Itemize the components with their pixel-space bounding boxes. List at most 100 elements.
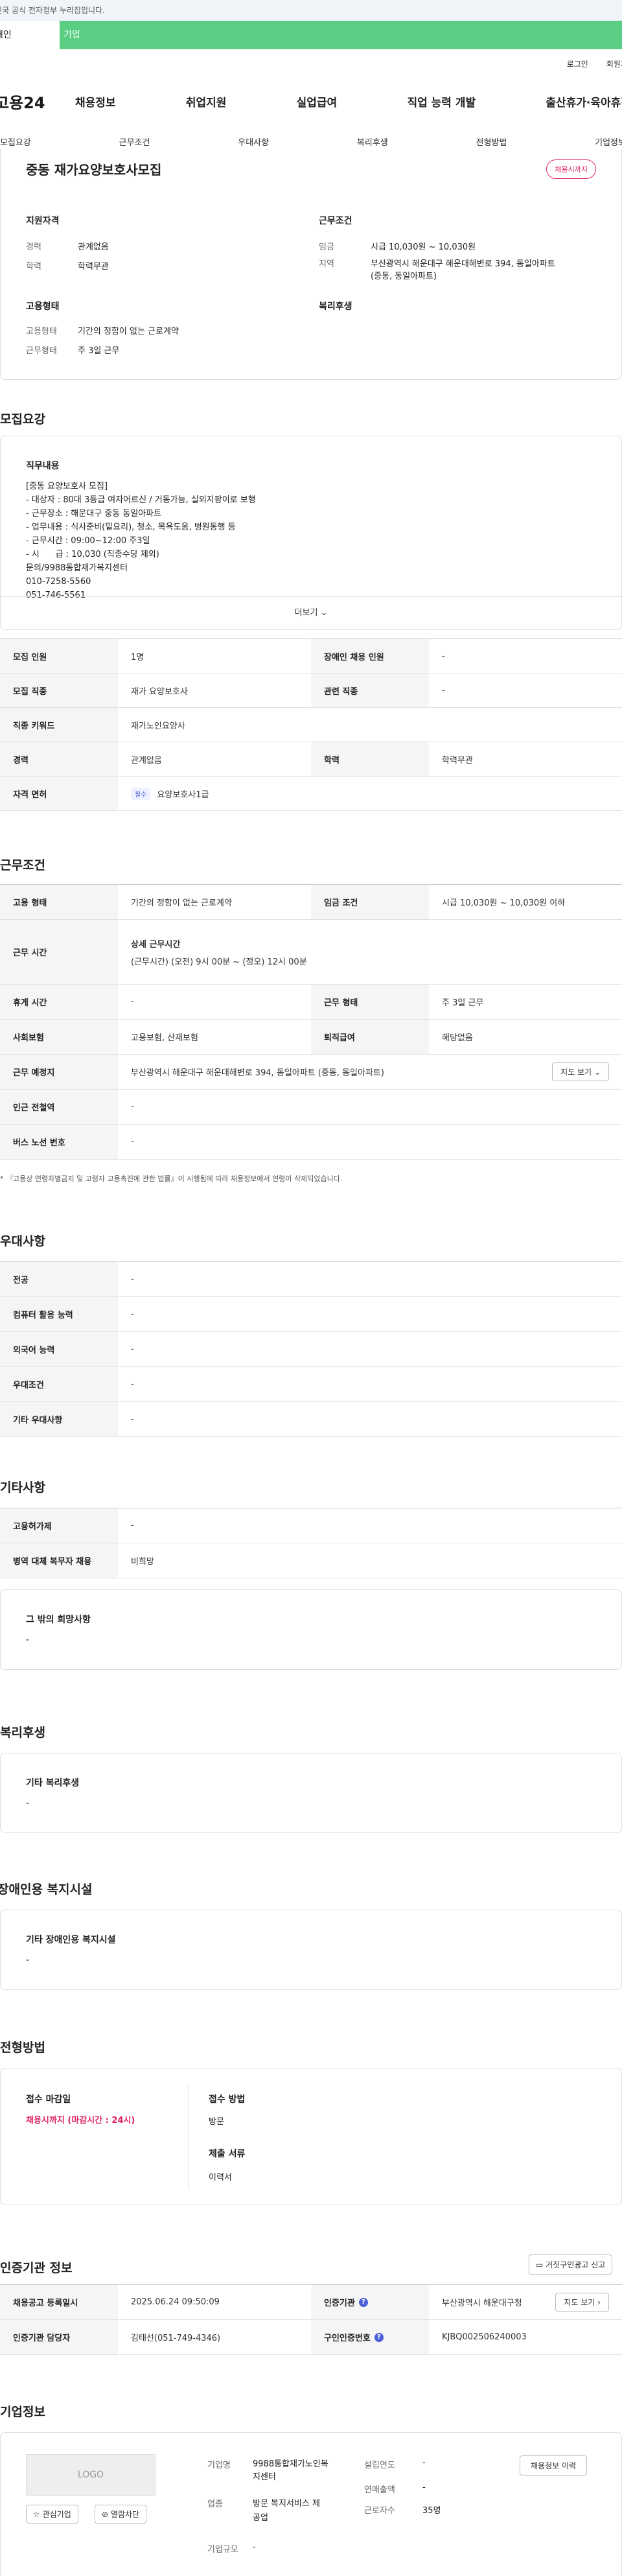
work-title: 근무조건: [0, 858, 45, 872]
summary-work-type: 근무형태 주 3일 근무: [26, 346, 120, 356]
nav-employment-support[interactable]: 취업지원: [186, 93, 227, 110]
recruit-table: 모집 인원 1명 장애인 채용 인원 - 모집 직종 재가 요양보호사 관련 직종 - …: [0, 638, 622, 811]
company-size: 기업규모 -: [207, 2542, 256, 2555]
more-button[interactable]: 더보기 ⌄: [0, 596, 622, 629]
table-row: 자격 면허 필수 요양보호사1급: [0, 777, 622, 811]
emp-heading: 고용형태: [26, 301, 60, 312]
table-row: 사회보험 고용보험, 산재보험 퇴직급여 해당없음: [0, 1020, 622, 1055]
table-row: 전공 -: [0, 1262, 622, 1297]
anchor-process[interactable]: 전형방법: [476, 135, 507, 148]
util-menu: 로그인 회원가입: [567, 58, 622, 69]
chevron-right-icon: ›: [597, 2298, 601, 2307]
map-button[interactable]: 지도 보기 ⌄: [552, 1062, 609, 1081]
company-logo: LOGO: [26, 2454, 156, 2496]
summary-career: 경력 관계없음: [26, 242, 109, 252]
company-name: 기업명 9988통합재가노인복지센터: [207, 2459, 328, 2482]
main-nav: 고용24 채용정보 취업지원 실업급여 직업 능력 개발 출산휴가·육아휴직: [0, 86, 622, 117]
table-row: 직종 키워드 재가노인요양사: [0, 708, 622, 742]
deadline-title: 접수 마감일: [26, 2094, 71, 2105]
job-history-button[interactable]: 채용정보 이력: [520, 2455, 588, 2476]
welfare-box-title: 기타 복리후생: [26, 1778, 80, 1788]
age-note: * 『고용상 연령차별금지 및 고령자 고용촉진에 관한 법률』이 시행됨에 따…: [0, 1175, 343, 1183]
work-table: 고용 형태 기간의 정함이 없는 근로계약 임금 조건 시급 10,030원 ~ 1…: [0, 884, 622, 1160]
site-logo[interactable]: 고용24: [0, 90, 73, 113]
job-title: 중동 재가요양보호사모집: [26, 162, 162, 178]
table-row: 병역 대체 복무자 채용 비희망: [0, 1543, 622, 1578]
company-sales: 연매출액 -: [364, 2483, 426, 2495]
agency-map-button[interactable]: 지도 보기 ›: [555, 2293, 609, 2312]
required-chip: 필수: [131, 787, 151, 800]
recruit-title: 모집요강: [0, 412, 45, 427]
block-view-button[interactable]: ⊘ 열람차단: [95, 2505, 147, 2523]
company-est: 설립연도 -: [364, 2458, 426, 2470]
disab-box: [0, 1910, 622, 1990]
duty-heading: 직무내용: [26, 461, 60, 471]
company-industry: 업종 방문 복지서비스 제공업: [207, 2499, 320, 2523]
cond-heading: 근무조건: [319, 216, 352, 226]
agency-table: 채용공고 등록일시 2025.06.24 09:50:09 인증기관? 부산광역시…: [0, 2284, 622, 2355]
summary-edu: 학력 학력무관: [26, 262, 109, 272]
deadline-value: 채용시까지 (마감시간 : 24시): [26, 2116, 135, 2125]
pref-table: 전공 - 컴퓨터 활용 능력 - 외국어 능력 - 우대조건 - 기타 우대사항 -: [0, 1261, 622, 1437]
table-row: 인근 전철역 -: [0, 1090, 622, 1125]
table-row: 고용 형태 기간의 정함이 없는 근로계약 임금 조건 시급 10,030원 ~ 1…: [0, 885, 622, 920]
status-badge: 채용시까지: [546, 159, 596, 179]
table-row: 근무 예정지 부산광역시 해운대구 해운대해변로 394, 동일아파트 (중동,…: [0, 1055, 622, 1090]
table-row: 근무 시간 상세 근무시간 (근무시간) (오전) 9시 00분 ~ (정오) …: [0, 920, 622, 985]
welfare-title: 복리후생: [0, 1726, 45, 1740]
anchor-work[interactable]: 근무조건: [119, 135, 150, 148]
welfare-heading: 복리후생: [319, 301, 352, 312]
chevron-down-icon: ⌄: [593, 1068, 601, 1077]
table-row: 경력 관계없음 학력 학력무관: [0, 742, 622, 777]
gov-notice-bar: 대한민국 공식 전자정부 누리집입니다.: [0, 0, 622, 21]
etc-wish-box: [0, 1589, 622, 1670]
agency-title: 인증기관 정보: [0, 2261, 73, 2275]
summary-emp-type: 고용형태 기간의 정함이 없는 근로계약: [26, 327, 179, 336]
duty-content: [중동 요양보호사 모집] - 대상자 : 80대 3등급 여자어르신 / 거동…: [26, 482, 256, 600]
nav-jobs[interactable]: 채용정보: [75, 93, 116, 110]
table-row: 기타 우대사항 -: [0, 1402, 622, 1437]
table-row: 외국어 능력 -: [0, 1332, 622, 1367]
table-row: 컴퓨터 활용 능력 -: [0, 1297, 622, 1332]
nav-leave[interactable]: 출산휴가·육아휴직: [546, 93, 622, 110]
anchor-welfare[interactable]: 복리후생: [357, 135, 388, 148]
etc-table: 고용허가제 - 병역 대체 복무자 채용 비희망: [0, 1508, 622, 1578]
anchor-recruit[interactable]: 모집요강: [0, 135, 31, 148]
table-row: 모집 인원 1명 장애인 채용 인원 -: [0, 639, 622, 673]
doc-icon: ▭: [536, 2260, 544, 2269]
tab-personal[interactable]: 개인: [0, 21, 60, 49]
help-icon[interactable]: ?: [358, 2297, 368, 2307]
tab-corp[interactable]: 기업: [60, 21, 622, 49]
table-row: 휴게 시간 - 근무 형태 주 3일 근무: [0, 985, 622, 1020]
summary-region: 지역 부산광역시 해운대구 해운대해변로 394, 동일아파트 (중동, 동일아파…: [319, 259, 555, 281]
company-employees: 근로자수 35명: [364, 2506, 441, 2516]
disab-title: 장애인용 복지시설: [0, 1882, 93, 1897]
gov-notice-text: 대한민국 공식 전자정부 누리집입니다.: [0, 6, 105, 15]
signup-link[interactable]: 회원가입: [606, 58, 622, 69]
help-icon[interactable]: ?: [374, 2332, 384, 2342]
nav-training[interactable]: 직업 능력 개발: [407, 93, 476, 110]
table-row: 버스 노선 번호 -: [0, 1125, 622, 1160]
process-title: 전형방법: [0, 2041, 45, 2055]
report-fake-ad-button[interactable]: ▭ 거짓구인광고 신고: [529, 2254, 613, 2275]
favorite-company-button[interactable]: ☆ 관심기업: [26, 2505, 78, 2523]
docs-title: 제출 서류: [209, 2149, 246, 2159]
nav-unemployment-benefit[interactable]: 실업급여: [297, 93, 338, 110]
chevron-down-icon: ⌄: [320, 608, 328, 618]
table-row: 고용허가제 -: [0, 1508, 622, 1543]
login-link[interactable]: 로그인: [567, 58, 588, 69]
user-type-tabs: 개인 기업: [0, 21, 622, 49]
table-row: 인증기관 담당자 김태선(051-749-4346) 구인인증번호? KJBQ00…: [0, 2320, 622, 2355]
disab-box-value: -: [26, 1955, 30, 1965]
pref-title: 우대사항: [0, 1234, 45, 1248]
block-icon: ⊘: [102, 2510, 109, 2519]
anchor-company[interactable]: 기업정보: [595, 135, 622, 148]
anchor-pref[interactable]: 우대사항: [238, 135, 269, 148]
table-row: 모집 직종 재가 요양보호사 관련 직종 -: [0, 673, 622, 708]
etc-wish-title: 그 밖의 희망사항: [26, 1615, 91, 1625]
qual-heading: 지원자격: [26, 216, 60, 226]
etc-title: 기타사항: [0, 1481, 45, 1495]
company-title: 기업정보: [0, 2405, 45, 2419]
etc-wish-value: -: [26, 1635, 30, 1645]
welfare-box-value: -: [26, 1798, 30, 1809]
